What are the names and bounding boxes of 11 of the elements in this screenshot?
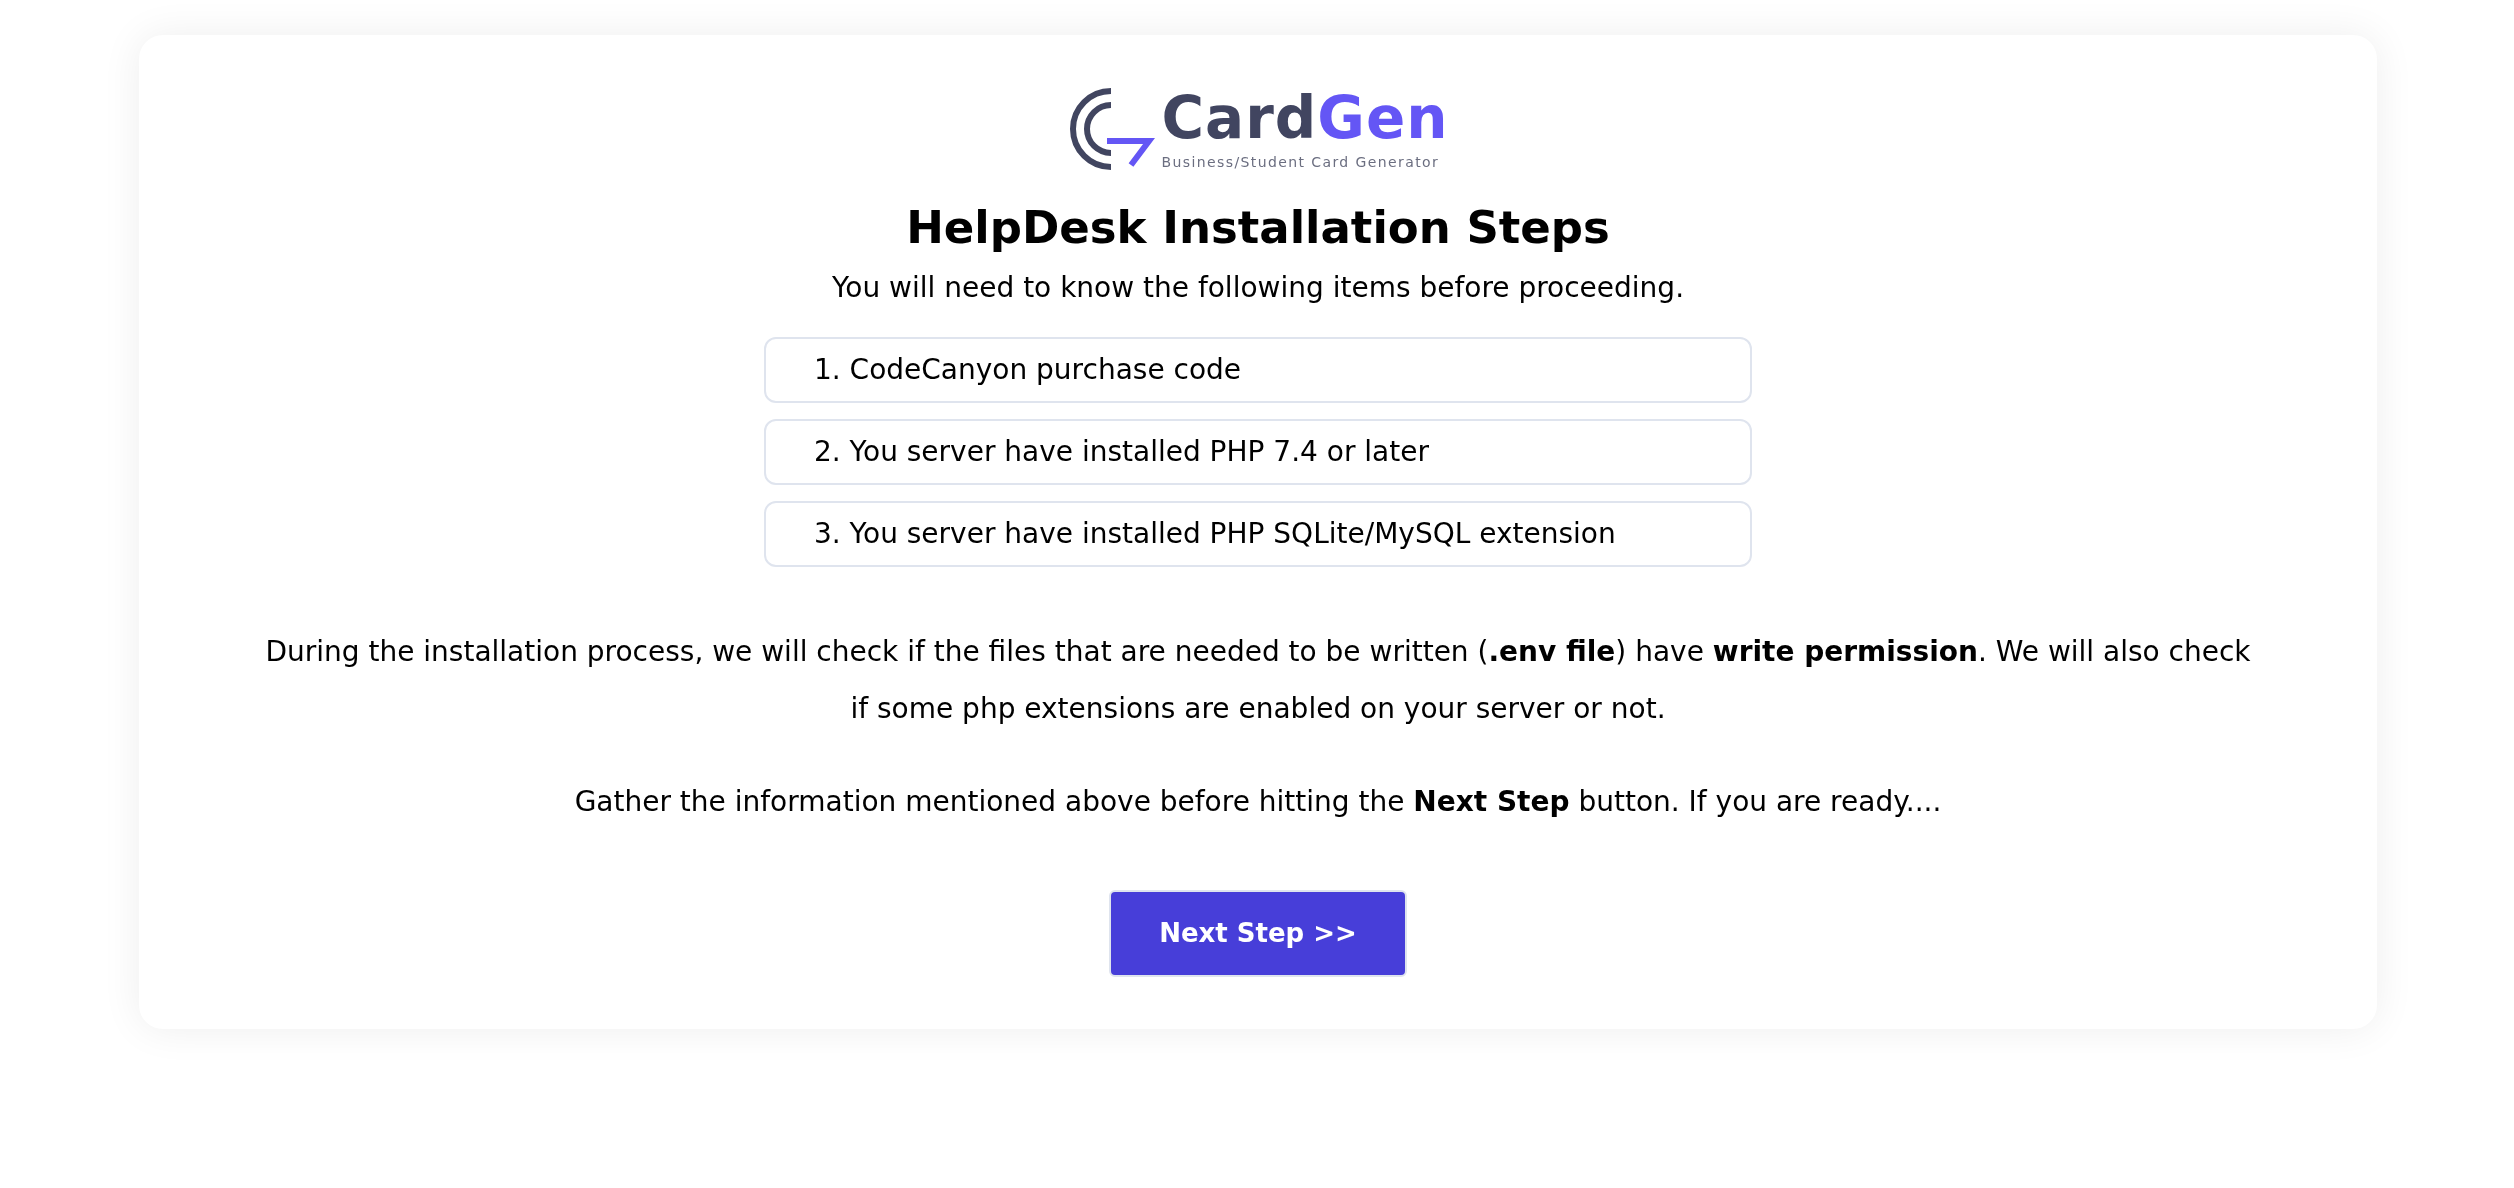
logo-tagline: Business/Student Card Generator [1161, 155, 1440, 169]
requirement-item: 1. CodeCanyon purchase code [764, 337, 1752, 403]
requirement-item: 2. You server have installed PHP 7.4 or later [764, 419, 1752, 485]
next-step-button[interactable]: Next Step >> [1109, 890, 1407, 977]
logo-wordmark: CardGen [1161, 89, 1449, 147]
subtitle: You will need to know the following items before proceeding. [831, 270, 1685, 306]
info-paragraph: During the installation process, we will check if the files that are needed to be written (.env file) have write permission. We will also check if some php extensions are enabled on your server or not. [264, 634, 2252, 727]
logo-icon [1067, 85, 1156, 173]
info-paragraph: Gather the information mentioned above before hitting the Next Step button. If you are ready.... [574, 784, 1942, 820]
requirement-item: 3. You server have installed PHP SQLite/MySQL extension [764, 501, 1752, 567]
page-title: HelpDesk Installation Steps [906, 201, 1610, 255]
